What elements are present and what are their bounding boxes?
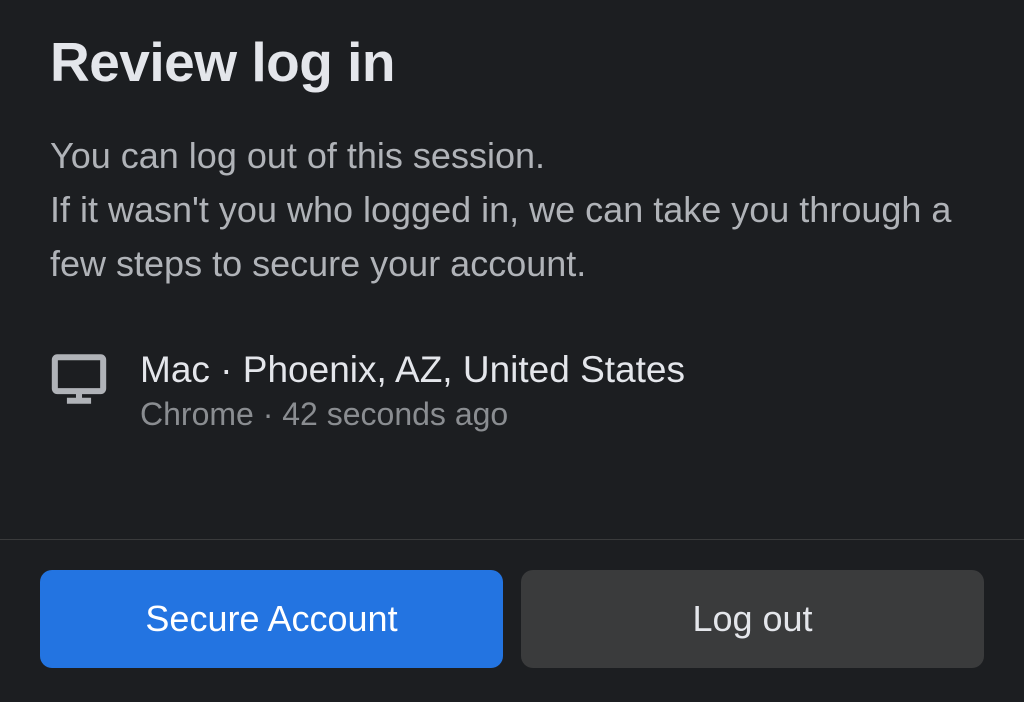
description-line-1: You can log out of this session. (50, 135, 545, 176)
dialog-title: Review log in (50, 30, 974, 94)
dialog-actions: Secure Account Log out (0, 540, 1024, 702)
log-out-button[interactable]: Log out (521, 570, 984, 668)
desktop-icon (50, 350, 108, 408)
review-login-dialog: Review log in You can log out of this se… (0, 0, 1024, 702)
session-info: Mac · Phoenix, AZ, United States Chrome … (50, 346, 974, 433)
dialog-content: Review log in You can log out of this se… (0, 0, 1024, 539)
session-browser: Chrome (140, 396, 254, 432)
session-device-location: Mac · Phoenix, AZ, United States (140, 346, 685, 394)
session-browser-time: Chrome · 42 seconds ago (140, 396, 685, 433)
separator: · (254, 396, 282, 432)
session-time: 42 seconds ago (282, 396, 508, 432)
session-details: Mac · Phoenix, AZ, United States Chrome … (140, 346, 685, 433)
description-line-2: If it wasn't you who logged in, we can t… (50, 189, 951, 284)
separator: · (210, 349, 243, 390)
session-location: Phoenix, AZ, United States (243, 349, 685, 390)
secure-account-button[interactable]: Secure Account (40, 570, 503, 668)
dialog-description: You can log out of this session. If it w… (50, 129, 974, 291)
session-device: Mac (140, 349, 210, 390)
